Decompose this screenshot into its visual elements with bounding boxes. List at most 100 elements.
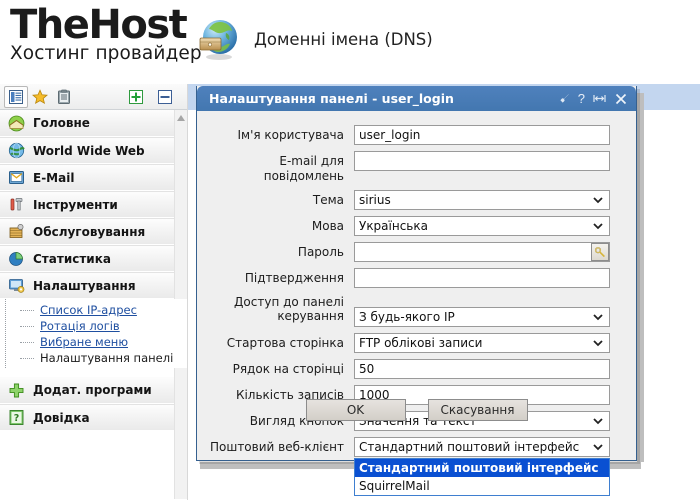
sidebar-item-label: Інструменти [33, 197, 118, 212]
dialog-titlebar[interactable]: Налаштування панелі - user_login ? [197, 86, 636, 111]
select-value: FTP облікові записи [359, 336, 483, 350]
settings-monitor-icon [8, 277, 25, 294]
svg-text:?: ? [14, 413, 20, 424]
plus-green-icon [8, 382, 25, 399]
select-value: З будь-якого IP [359, 310, 455, 324]
cancel-button[interactable]: Скасування [427, 399, 528, 421]
field-row-language: Мова Українська [197, 216, 636, 236]
sidebar-item-label: Головне [33, 116, 90, 130]
pin-icon[interactable] [558, 92, 571, 105]
app-root: TheHost Хостинг провайдер Доменні імена … [0, 0, 700, 500]
sidebar-item-label: Додат. програми [33, 383, 152, 397]
field-label: Стартова сторінка [226, 336, 344, 350]
field-label: Мова [311, 219, 344, 233]
field-label: Рядок на сторінці [232, 362, 344, 376]
sidebar: Головне World Wide Web E-Mail Інструмент… [0, 84, 188, 500]
logo-sub-text: Хостинг провайдер [10, 43, 202, 64]
field-label: Ім'я користувача [237, 128, 345, 142]
page-heading: Доменні імена (DNS) [196, 16, 433, 62]
sidebar-item-extra-programs[interactable]: Додат. програми [0, 377, 175, 404]
brand-header: TheHost Хостинг провайдер Доменні імена … [0, 0, 700, 84]
field-row-theme: Тема sirius [197, 190, 636, 210]
dropdown-option-squirrelmail[interactable]: SquirrelMail [355, 477, 609, 495]
scroll-up-arrow-icon[interactable] [177, 115, 186, 121]
ok-button[interactable]: OK [305, 399, 406, 421]
field-row-panel-access: Доступ до панелі керування З будь-якого … [197, 294, 636, 327]
field-label: Тема [312, 193, 344, 207]
password-field[interactable] [354, 242, 610, 262]
panel-access-select[interactable]: З будь-якого IP [354, 307, 610, 327]
favorites-star-icon[interactable] [28, 86, 52, 108]
sidebar-item-label: Довідка [33, 410, 90, 425]
chevron-down-icon [592, 337, 604, 349]
chevron-down-icon [592, 194, 604, 206]
field-row-username: Ім'я користувача [197, 125, 636, 145]
help-icon[interactable]: ? [578, 92, 585, 105]
restore-icon[interactable] [592, 92, 607, 105]
sidebar-item-label: World Wide Web [33, 143, 145, 158]
sidebar-subitem-favorites-menu[interactable]: Вибране меню [14, 334, 187, 350]
field-row-webmail: Поштовий веб-клієнт Стандартний поштовий… [197, 437, 636, 496]
rows-per-page-field[interactable] [354, 359, 610, 379]
sidebar-item-label: Налаштування [33, 278, 136, 293]
sidebar-item-main[interactable]: Головне [0, 110, 175, 137]
dialog-body: Ім'я користувача E-mail для повідомлень … [197, 111, 636, 496]
theme-select[interactable]: sirius [354, 190, 610, 210]
field-label: Підтвердження [244, 271, 344, 285]
home-icon [8, 115, 25, 132]
sidebar-item-service[interactable]: Обслуговування [0, 218, 175, 245]
panel-settings-dialog: Налаштування панелі - user_login ? Ім'я … [196, 86, 637, 496]
sidebar-item-settings[interactable]: Налаштування [0, 272, 175, 299]
globe-box-icon [196, 16, 242, 62]
sidebar-item-www[interactable]: World Wide Web [0, 137, 175, 164]
start-page-select[interactable]: FTP облікові записи [354, 333, 610, 353]
clipboard-icon[interactable] [52, 86, 76, 108]
sidebar-toolbar [0, 84, 187, 110]
field-label: Поштовий веб-клієнт [209, 440, 344, 454]
password-confirm-field[interactable] [354, 268, 610, 288]
sidebar-body: Головне World Wide Web E-Mail Інструмент… [0, 110, 187, 499]
sidebar-subitem-label[interactable]: Вибране меню [40, 335, 128, 349]
notify-email-field[interactable] [354, 151, 610, 171]
expand-all-icon[interactable] [124, 86, 148, 108]
dropdown-option-standard[interactable]: Стандартний поштовий інтерфейс [355, 459, 609, 477]
sidebar-subitem-log-rotation[interactable]: Ротація логів [14, 318, 187, 334]
dialog-buttons: OK Скасування [197, 399, 636, 421]
sidebar-item-help[interactable]: ? Довідка [0, 404, 175, 431]
logo-main-text: TheHost [10, 2, 188, 48]
sidebar-item-statistics[interactable]: Статистика [0, 245, 175, 272]
dialog-title: Налаштування панелі - user_login [209, 91, 454, 106]
tree-line [5, 299, 6, 368]
field-row-notify-email: E-mail для повідомлень [197, 151, 636, 184]
chevron-down-icon [592, 441, 604, 453]
select-value: sirius [359, 193, 391, 207]
logo[interactable]: TheHost Хостинг провайдер [10, 4, 202, 64]
username-field[interactable] [354, 125, 610, 145]
menu-list-icon[interactable] [4, 85, 28, 108]
collapse-all-icon[interactable] [153, 86, 177, 108]
close-icon[interactable] [614, 92, 628, 106]
language-select[interactable]: Українська [354, 216, 610, 236]
select-value: Стандартний поштовий інтерфейс [359, 440, 580, 454]
sidebar-item-label: Обслуговування [33, 224, 146, 239]
sidebar-subitem-panel-settings[interactable]: Налаштування панелі [14, 350, 187, 366]
sidebar-subitem-label[interactable]: Ротація логів [40, 319, 120, 333]
field-row-password: Пароль [197, 242, 636, 262]
field-row-rows-per-page: Рядок на сторінці [197, 359, 636, 379]
page-title: Доменні імена (DNS) [254, 29, 433, 49]
sidebar-subitem-ip-list[interactable]: Список IP-адрес [14, 302, 187, 318]
dialog-title-icons: ? [558, 92, 628, 106]
field-label: E-mail для повідомлень [263, 154, 344, 183]
generate-key-icon[interactable] [591, 243, 609, 261]
field-label: Доступ до панелі керування [234, 295, 344, 323]
sidebar-settings-children: Список IP-адрес Ротація логів Вибране ме… [0, 299, 187, 368]
service-icon [8, 223, 25, 240]
sidebar-item-email[interactable]: E-Mail [0, 164, 175, 191]
globe-web-icon [8, 142, 25, 159]
field-row-start-page: Стартова сторінка FTP облікові записи [197, 333, 636, 353]
field-label: Пароль [297, 245, 344, 259]
email-icon [8, 169, 25, 186]
sidebar-subitem-label[interactable]: Список IP-адрес [40, 303, 137, 317]
sidebar-item-tools[interactable]: Інструменти [0, 191, 175, 218]
webmail-select[interactable]: Стандартний поштовий інтерфейс [354, 437, 610, 457]
